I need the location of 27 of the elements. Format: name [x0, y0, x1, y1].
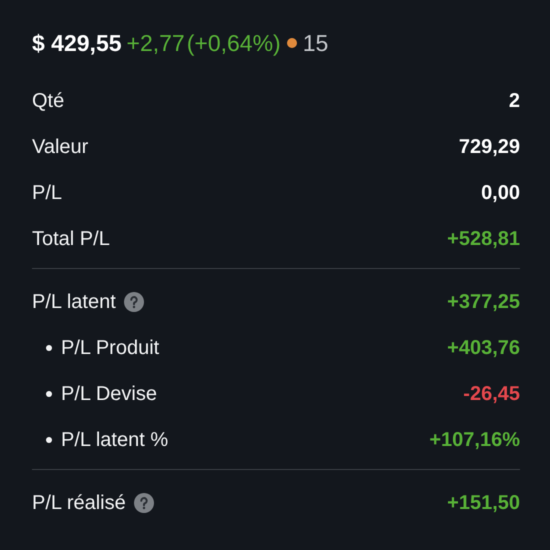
row-value: +403,76: [447, 336, 520, 360]
row-label: P/L réalisé: [32, 492, 126, 514]
row-value: -26,45: [463, 382, 520, 406]
row-label: P/L latent %: [61, 428, 168, 452]
bullet-icon: [46, 437, 52, 443]
row-value: 729,29: [458, 136, 520, 158]
row-value: +151,50: [447, 492, 520, 514]
row-value: 2: [508, 90, 520, 112]
row-label: Valeur: [32, 136, 88, 158]
bullet-icon: [46, 391, 52, 397]
stock-price: $ 429,55: [32, 30, 122, 56]
delay-count: 15: [302, 30, 328, 56]
row-label: Qté: [32, 90, 64, 112]
row-label: Total P/L: [32, 228, 110, 250]
row-value: +528,81: [447, 228, 520, 250]
help-icon[interactable]: [134, 493, 154, 513]
price-change: +2,77: [126, 30, 185, 56]
price-change-percent: (+0,64%): [186, 30, 281, 56]
row-label: P/L: [32, 182, 62, 204]
row-label: P/L Devise: [61, 382, 157, 406]
row-label: P/L latent: [32, 290, 116, 314]
bullet-icon: [46, 345, 52, 351]
help-icon[interactable]: [124, 292, 144, 312]
row-label: P/L Produit: [61, 336, 160, 360]
row-value: +107,16%: [429, 428, 520, 452]
row-value: 0,00: [481, 182, 520, 204]
row-value: +377,25: [447, 290, 520, 314]
